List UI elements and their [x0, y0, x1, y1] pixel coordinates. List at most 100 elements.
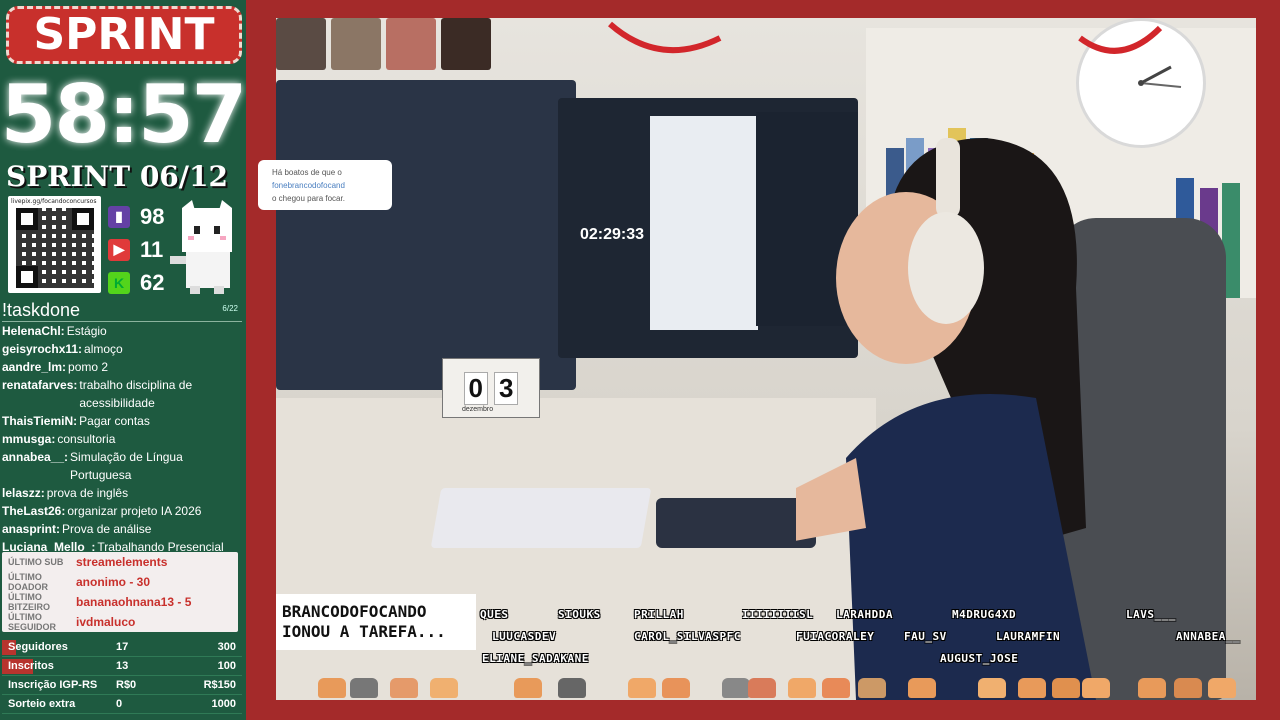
chatter-name: AUGUST_JOSE [940, 652, 1019, 665]
cube-month: dezembro [462, 406, 494, 413]
chatter-name: PRILLAH [634, 608, 684, 621]
task-user: TheLast26: [2, 504, 66, 518]
task-item: geisyrochx11: almoço [2, 340, 242, 358]
task-user: aandre_lm: [2, 360, 67, 374]
pixel-cat-icon [170, 200, 232, 294]
goal-current: 17 [116, 641, 129, 653]
task-item: mmusga: consultoria [2, 430, 242, 448]
recent-event: ÚLTIMO BITZEIRO bananaohnana13 - 5 [2, 592, 238, 612]
chatter-name: M4DRUG4XD [952, 608, 1017, 621]
chatter-name: IIIIIIIISL [742, 608, 814, 621]
chatter-cat-icon [1174, 678, 1202, 698]
task-user: geisyrochx11: [2, 342, 83, 356]
goal-row: Inscrição IGP-RS R$0 R$150 [2, 676, 242, 695]
task-text: prova de inglês [46, 486, 129, 500]
notif-line1: Há boatos de que o [272, 168, 342, 177]
recent-event: ÚLTIMO SUB streamelements [2, 552, 238, 572]
task-header: !taskdone 6/22 [2, 300, 242, 322]
notif-user: fonebrancodofocand [272, 181, 345, 190]
chatter-cat-icon [1052, 678, 1080, 698]
chat-scroll-box: BRANCODOFOCANDO IONOU A TAREFA... [276, 594, 476, 650]
chatter-cat-icon [1208, 678, 1236, 698]
kick-icon: K [108, 271, 130, 294]
goal-current: 0 [116, 698, 123, 710]
chatter-cat-icon [748, 678, 776, 698]
youtube-icon: ▶ [108, 238, 130, 261]
task-text: Estágio [66, 324, 107, 338]
cube-digit-2: 3 [494, 371, 519, 405]
guest-cams [276, 18, 491, 70]
chatter-name: LARAHDDA [836, 608, 893, 621]
task-user: ThaisTiemiN: [2, 414, 78, 428]
task-item: ThaisTiemiN: Pagar contas [2, 412, 242, 430]
task-user: mmusga: [2, 432, 56, 446]
guest-cam-thumb [386, 18, 436, 70]
task-list: HelenaChl: Estágio geisyrochx11: almoço aand… [2, 322, 242, 556]
task-text: pomo 2 [68, 360, 109, 374]
chatter-cat-icon [788, 678, 816, 698]
guest-cam-thumb [441, 18, 491, 70]
chatter-cat-icon [430, 678, 458, 698]
screen-timer: 02:29:33 [580, 226, 645, 243]
guest-cam-thumb [276, 18, 326, 70]
task-item: HelenaChl: Estágio [2, 322, 242, 340]
guest-cam-thumb [331, 18, 381, 70]
goal-current: R$0 [116, 679, 137, 691]
task-text: almoço [84, 342, 123, 356]
tablet [656, 498, 816, 548]
chatter-name: LAVS___ [1126, 608, 1176, 621]
chatter-cats [318, 674, 1258, 698]
task-text: Simulação de Língua Portuguesa [70, 450, 183, 482]
recent-label: ÚLTIMO SEGUIDOR [8, 612, 57, 632]
task-item: renatafarves: trabalho disciplina de aces… [2, 376, 242, 412]
goal-label: Seguidores [8, 641, 68, 653]
chatter-name: FAU_SV [904, 630, 947, 643]
task-item: lelaszz: prova de inglês [2, 484, 242, 502]
task-user: anasprint: [2, 522, 61, 536]
task-count: 6/22 [222, 304, 238, 313]
task-command: !taskdone [2, 300, 81, 320]
recent-value: anonimo - 30 [76, 575, 151, 589]
scroll-line-1: BRANCODOFOCANDO [282, 602, 427, 621]
goal-label: Sorteio extra [8, 698, 76, 710]
scroll-line-2: IONOU A TAREFA... [282, 622, 446, 641]
recent-label: ÚLTIMO BITZEIRO [8, 592, 50, 612]
goal-label: Inscrição IGP-RS [8, 679, 98, 691]
file-explorer-window [650, 116, 758, 330]
goal-target: 300 [217, 641, 236, 653]
twitch-count: 98 [140, 203, 165, 229]
task-text: Pagar contas [79, 414, 150, 428]
chatter-name: ELIANE_SADAKANE [482, 652, 589, 665]
chatter-cat-icon [908, 678, 936, 698]
goal-target: 100 [217, 660, 236, 672]
task-text: trabalho disciplina de acessibilidade [79, 378, 193, 410]
recent-label: ÚLTIMO DOADOR [8, 572, 48, 592]
chatter-cat-icon [318, 678, 346, 698]
keyboard [430, 488, 652, 548]
chatter-cat-icon [628, 678, 656, 698]
chatter-name: QUES [480, 608, 509, 621]
task-user: HelenaChl: [2, 324, 65, 338]
recent-value: bananaohnana13 - 5 [76, 595, 192, 609]
chatter-cat-icon [390, 678, 418, 698]
youtube-count: 11 [140, 236, 164, 262]
task-user: renatafarves: [2, 378, 78, 392]
task-item: anasprint: Prova de análise [2, 520, 242, 538]
goal-row: Inscritos 13 100 [2, 657, 242, 676]
recent-events: ÚLTIMO SUB streamelements ÚLTIMO DOADOR ano… [2, 552, 238, 632]
task-text: organizar projeto IA 2026 [67, 504, 202, 518]
chatter-cat-icon [350, 678, 378, 698]
goal-label: Inscritos [8, 660, 54, 672]
chatter-name: ANNABEA__ [1176, 630, 1241, 643]
chat-notification: Há boatos de que o fonebrancodofocand o … [258, 160, 392, 210]
task-text: consultoria [57, 432, 116, 446]
qr-code: livepix.gg/focandoconcursos [8, 196, 101, 293]
chatter-cat-icon [722, 678, 750, 698]
sprint-badge: SPRINT [6, 6, 242, 64]
notif-line3: o chegou para focar. [272, 194, 345, 203]
chatter-cat-icon [1018, 678, 1046, 698]
chatter-cat-icon [514, 678, 542, 698]
chatter-name: FUIACORALEY [796, 630, 875, 643]
chatter-name: LUUCASDEV [492, 630, 557, 643]
chatter-name: SIOUKS [558, 608, 601, 621]
